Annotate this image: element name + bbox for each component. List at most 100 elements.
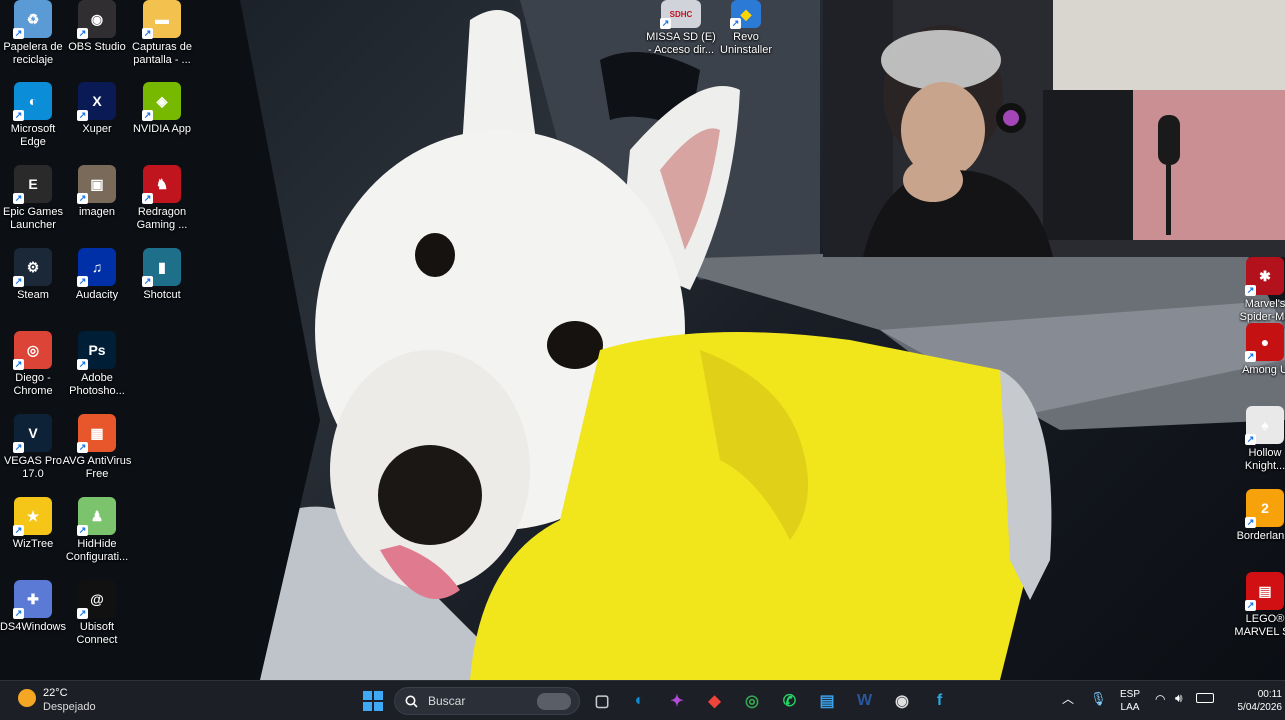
desktop-icon-label: LEGO® MARVEL Su bbox=[1234, 613, 1285, 638]
shortcut-arrow-icon: ↗ bbox=[77, 276, 88, 287]
desktop-icon-shotcut[interactable]: ▮ ↗ Shotcut bbox=[129, 248, 195, 328]
shortcut-arrow-icon: ↗ bbox=[142, 110, 153, 121]
desktop-icon-steam[interactable]: ⚙ ↗ Steam bbox=[0, 248, 66, 328]
desktop-icon-label: Marvel's Spider-Ma bbox=[1239, 298, 1285, 323]
shortcut-arrow-icon: ↗ bbox=[1245, 600, 1256, 611]
desktop-icon-image-file[interactable]: ▣ ↗ imagen bbox=[64, 165, 130, 245]
hidhide-icon: ♟ ↗ bbox=[77, 497, 116, 536]
edge-icon: ◐ bbox=[634, 692, 645, 709]
show-hidden-icons-chevron-icon[interactable]: ︿ bbox=[1062, 693, 1074, 706]
desktop-icon-sd-card[interactable]: SDHC ↗ MISSA SD (E) - Acceso dir... bbox=[646, 0, 716, 80]
desktop-icon-label: Xuper bbox=[82, 123, 112, 135]
clock-date: 5/04/2026 bbox=[1237, 702, 1283, 713]
desktop-icon-among-us[interactable]: ● ↗ Among U bbox=[1232, 323, 1285, 403]
desktop-icon-label: Audacity bbox=[75, 289, 119, 301]
desktop-icon-label: Diego - Chrome bbox=[13, 372, 53, 397]
weather-sun-icon bbox=[18, 689, 36, 707]
desktop-icon-photoshop[interactable]: Ps ↗ Adobe Photosho... bbox=[64, 331, 130, 411]
taskbar-chrome-button[interactable]: ◎ bbox=[740, 689, 764, 713]
desktop-icon-revo-uninstaller[interactable]: ◆ ↗ Revo Uninstaller bbox=[713, 0, 779, 80]
desktop-icon-vegas[interactable]: V ↗ VEGAS Pro 17.0 bbox=[0, 414, 66, 494]
desktop-icon-xuper[interactable]: X ↗ Xuper bbox=[64, 82, 130, 162]
edge-icon: ◐ ↗ bbox=[13, 82, 52, 121]
taskbar-anydesk-button[interactable]: ◆ bbox=[703, 689, 727, 713]
taskbar-notepad-button[interactable]: ▤ bbox=[815, 689, 839, 713]
desktop-icon-label: Adobe Photosho... bbox=[69, 372, 125, 397]
shortcut-arrow-icon: ↗ bbox=[13, 110, 24, 121]
chrome-icon: ◎ ↗ bbox=[13, 331, 52, 370]
shortcut-arrow-icon: ↗ bbox=[142, 28, 153, 39]
taskbar-whatsapp-button[interactable]: ✆ bbox=[778, 689, 802, 713]
desktop-icon-lego-marvel[interactable]: ▤↗LEGO® MARVEL Su bbox=[1232, 572, 1285, 652]
steam-icon: ⚙ ↗ bbox=[13, 248, 52, 287]
folder-icon: ▬ ↗ bbox=[142, 0, 181, 39]
webcam-overlay bbox=[823, 0, 1285, 257]
desktop-icon-recycle-bin[interactable]: ♻ ↗ Papelera de reciclaje bbox=[0, 0, 66, 80]
desktop-icon-label: imagen bbox=[78, 206, 116, 218]
shortcut-arrow-icon: ↗ bbox=[142, 193, 153, 204]
taskbar-copilot-button[interactable]: ✦ bbox=[665, 689, 689, 713]
battery-icon[interactable] bbox=[1196, 693, 1214, 703]
shortcut-arrow-icon: ↗ bbox=[1245, 517, 1256, 528]
desktop-icon-label: MISSA SD (E) - Acceso dir... bbox=[646, 31, 716, 56]
desktop-icon-label: Hollow Knight... bbox=[1244, 447, 1285, 472]
search-label: Buscar bbox=[428, 694, 466, 708]
desktop-icon-redragon[interactable]: ♞ ↗ Redragon Gaming ... bbox=[129, 165, 195, 245]
taskbar-search[interactable]: Buscar bbox=[394, 687, 580, 715]
weather-temp: 22°C bbox=[43, 687, 68, 699]
app-f-icon: f bbox=[936, 692, 943, 709]
shortcut-arrow-icon: ↗ bbox=[77, 525, 88, 536]
desktop-icon-avg[interactable]: ▦ ↗ AVG AntiVirus Free bbox=[62, 414, 132, 494]
hollow-knight-icon: ♠ ↗ bbox=[1245, 406, 1284, 445]
desktop-icon-epic[interactable]: E ↗ Epic Games Launcher bbox=[0, 165, 66, 245]
avg-icon: ▦ ↗ bbox=[77, 414, 116, 453]
desktop-icon-nvidia[interactable]: ◈ ↗ NVIDIA App bbox=[129, 82, 195, 162]
borderlands-icon: 2 ↗ bbox=[1245, 489, 1284, 528]
taskview-icon: ▢ bbox=[594, 693, 610, 710]
desktop-icon-edge[interactable]: ◐ ↗ Microsoft Edge bbox=[0, 82, 66, 162]
vegas-icon: V ↗ bbox=[13, 414, 52, 453]
taskbar-obs-button[interactable]: ◉ bbox=[890, 689, 914, 713]
desktop-icon-audacity[interactable]: ♫ ↗ Audacity bbox=[64, 248, 130, 328]
revo-icon: ◆ ↗ bbox=[730, 0, 761, 29]
shortcut-arrow-icon: ↗ bbox=[13, 193, 24, 204]
desktop-icon-label: Ubisoft Connect bbox=[76, 621, 118, 646]
desktop-icon-wiztree[interactable]: ★ ↗ WizTree bbox=[0, 497, 66, 577]
taskbar-word-button[interactable]: W bbox=[853, 689, 877, 713]
shortcut-arrow-icon: ↗ bbox=[77, 110, 88, 121]
taskbar-taskview-button[interactable]: ▢ bbox=[590, 689, 614, 713]
desktop-icon-label: AVG AntiVirus Free bbox=[62, 455, 132, 480]
desktop-icon-label: WizTree bbox=[12, 538, 54, 550]
clock-time: 00:11 bbox=[1257, 689, 1282, 700]
desktop-icon-hidhide[interactable]: ♟ ↗ HidHide Configurati... bbox=[64, 497, 130, 577]
clock[interactable]: 00:11 5/04/2026 bbox=[1224, 688, 1283, 714]
shortcut-arrow-icon: ↗ bbox=[13, 276, 24, 287]
desktop-icon-label: Shotcut bbox=[143, 289, 181, 301]
wifi-icon[interactable]: ◠ bbox=[1155, 693, 1165, 706]
copilot-icon: ✦ bbox=[670, 693, 684, 710]
microphone-icon[interactable]: 🎙︎ bbox=[1090, 692, 1107, 705]
taskbar-edge-button[interactable]: ◐ bbox=[628, 689, 652, 713]
language-indicator[interactable]: ESP LAA bbox=[1116, 688, 1144, 714]
desktop-icon-ubisoft[interactable]: @ ↗ Ubisoft Connect bbox=[64, 580, 130, 660]
desktop-icon-chrome[interactable]: ◎ ↗ Diego - Chrome bbox=[0, 331, 66, 411]
search-icon bbox=[405, 695, 418, 708]
taskbar-app-f-button[interactable]: f bbox=[928, 689, 952, 713]
notepad-icon: ▤ bbox=[819, 693, 835, 710]
nvidia-icon: ◈ ↗ bbox=[142, 82, 181, 121]
shortcut-arrow-icon: ↗ bbox=[1245, 285, 1256, 296]
desktop-icon-label: Papelera de reciclaje bbox=[3, 41, 63, 66]
shortcut-arrow-icon: ↗ bbox=[13, 442, 24, 453]
obs-icon: ◉ bbox=[895, 693, 909, 710]
ubisoft-icon: @ ↗ bbox=[77, 580, 116, 619]
shotcut-icon: ▮ ↗ bbox=[142, 248, 181, 287]
volume-icon[interactable]: 🔊︎ bbox=[1175, 692, 1183, 705]
start-button[interactable] bbox=[361, 689, 385, 713]
desktop-icon-obs[interactable]: ◉ ↗ OBS Studio bbox=[64, 0, 130, 80]
desktop-icon-borderlands[interactable]: 2↗ Borderlan 2 bbox=[1232, 489, 1285, 569]
desktop-icon-folder[interactable]: ▬ ↗ Capturas de pantalla - ... bbox=[129, 0, 195, 80]
desktop-icon-hollow-knight[interactable]: ♠ ↗ Hollow Knight... bbox=[1232, 406, 1285, 486]
desktop-icon-gamepad[interactable]: ✚ ↗ DS4Windows bbox=[0, 580, 66, 660]
desktop-icon-label: Microsoft Edge bbox=[10, 123, 56, 148]
weather-widget[interactable]: 22°C Despejado bbox=[14, 686, 124, 716]
